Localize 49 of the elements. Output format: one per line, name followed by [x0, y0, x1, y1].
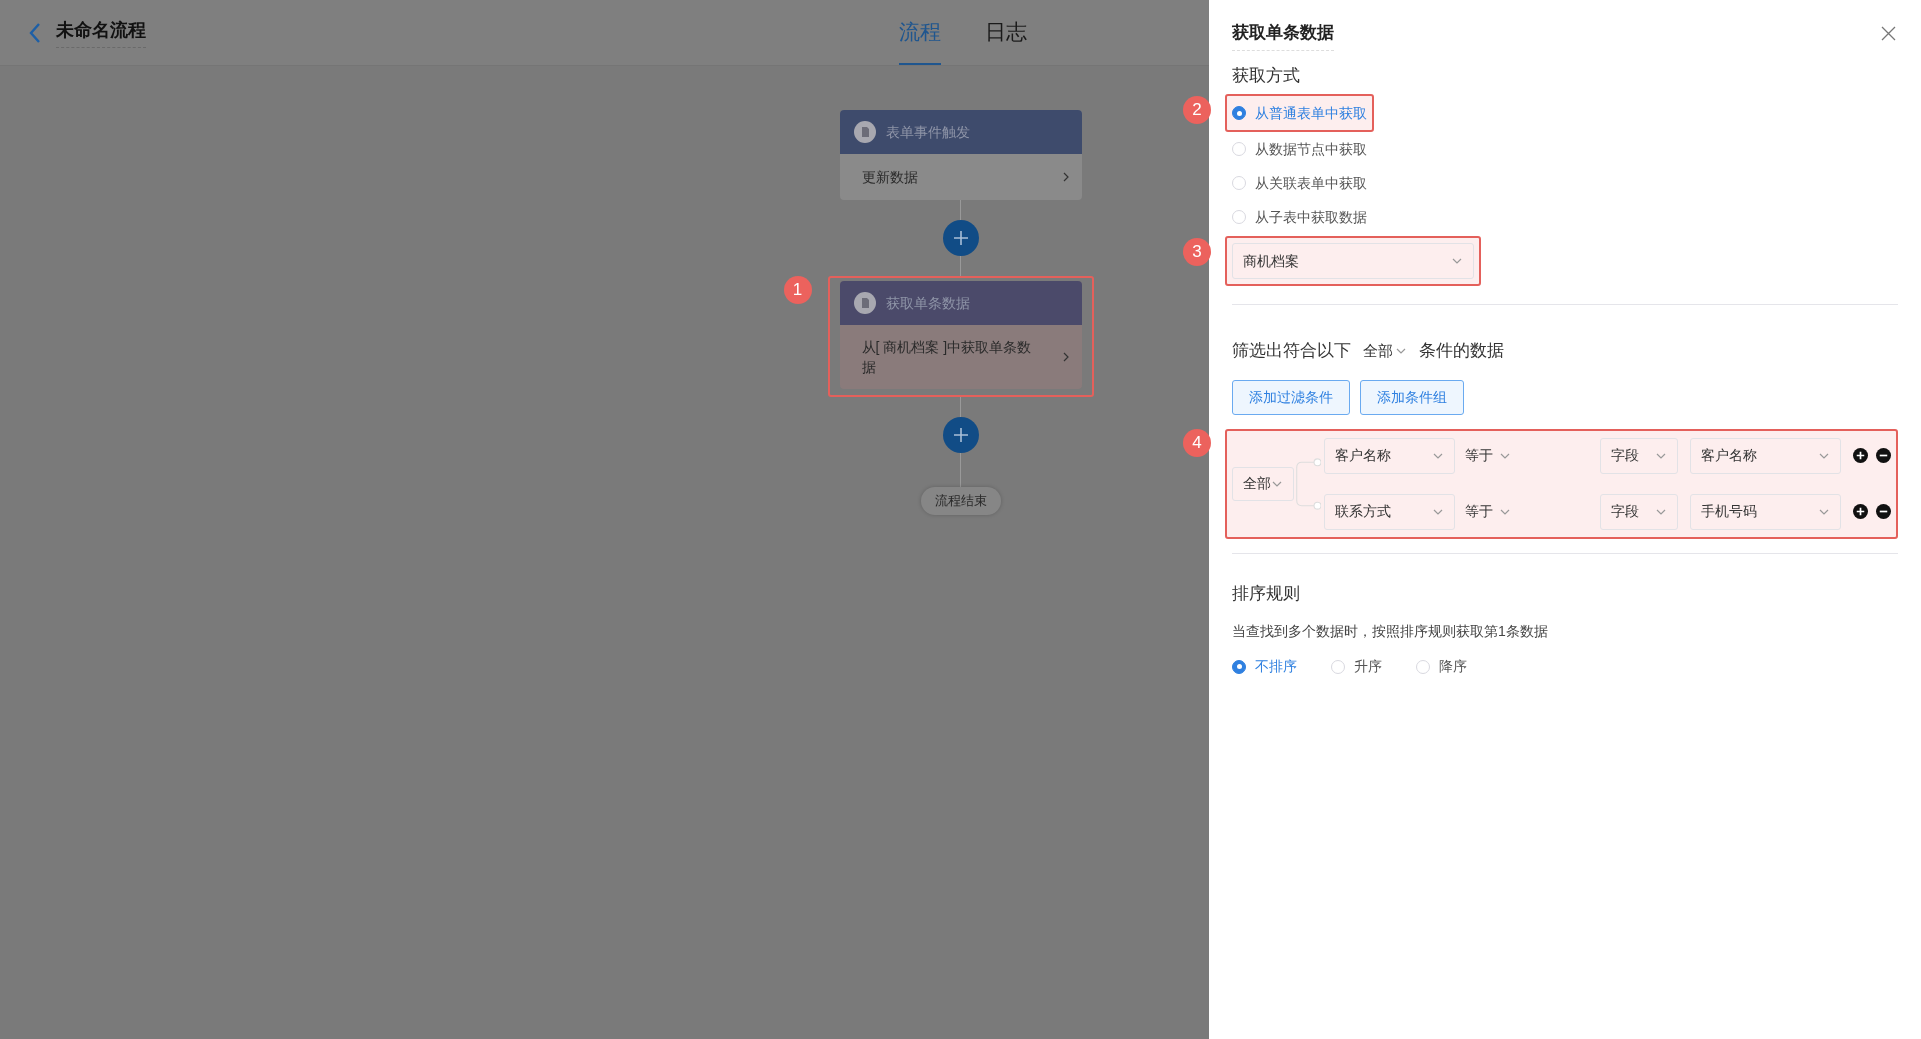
remove-circle-icon[interactable] [1876, 504, 1891, 519]
operator-dropdown[interactable]: 等于 [1465, 501, 1600, 522]
select-field[interactable]: 手机号码 [1690, 493, 1841, 530]
panel-title: 获取单条数据 [1232, 20, 1334, 51]
flow-node-card[interactable]: 表单事件触发 更新数据 [839, 110, 1082, 200]
sort-hint: 当查找到多个数据时，按照排序规则获取第1条数据 [1232, 622, 1549, 641]
add-condition-button[interactable]: 添加条件组 [1360, 379, 1464, 415]
document-icon [853, 292, 876, 314]
flow-node-card[interactable]: 获取单条数据 从[ 商机档案 ]中获取单条数据 [839, 281, 1082, 389]
flow-title: 未命名流程 [56, 17, 146, 48]
radio-button[interactable] [1232, 106, 1246, 120]
radio-label: 从子表中获取数据 [1255, 207, 1367, 227]
operator-dropdown[interactable]: 等于 [1465, 445, 1600, 466]
select-field[interactable]: 联系方式 [1324, 493, 1455, 530]
annotation-marker: 1 [783, 276, 812, 304]
document-icon [853, 121, 876, 143]
plus-icon [952, 230, 969, 246]
node-description: 更新数据 [861, 168, 919, 187]
tab[interactable]: 日志 [985, 0, 1027, 65]
section-label: 获取方式 [1232, 64, 1301, 87]
add-circle-icon[interactable] [1853, 448, 1868, 463]
match-mode-dropdown[interactable]: 全部 [1363, 339, 1407, 362]
add-step-button[interactable] [942, 417, 979, 453]
radio-button[interactable] [1232, 659, 1246, 674]
remove-circle-icon[interactable] [1876, 448, 1891, 463]
node-title: 表单事件触发 [885, 122, 970, 142]
radio-label: 从数据节点中获取 [1255, 139, 1367, 159]
select-field[interactable]: 字段 [1600, 437, 1678, 474]
node-description: 从[ 商机档案 ]中获取单条数据 [861, 338, 1033, 377]
radio-label: 从普通表单中获取 [1255, 103, 1367, 123]
radio-label: 从关联表单中获取 [1255, 173, 1367, 193]
select-field[interactable]: 商机档案 [1232, 243, 1474, 279]
select-field[interactable]: 客户名称 [1690, 437, 1841, 474]
section-label: 排序规则 [1232, 582, 1301, 605]
radio-label: 不排序 [1255, 657, 1297, 676]
close-icon[interactable] [1881, 26, 1896, 41]
filter-label: 条件的数据 [1419, 340, 1504, 362]
filter-label: 筛选出符合以下 [1232, 340, 1351, 362]
flow-end-label: 流程结束 [920, 487, 1001, 515]
group-mode-dropdown[interactable]: 全部 [1232, 466, 1294, 501]
add-condition-button[interactable]: 添加过滤条件 [1232, 379, 1350, 415]
add-circle-icon[interactable] [1853, 504, 1868, 519]
add-step-button[interactable] [942, 220, 979, 256]
radio-label: 降序 [1439, 657, 1467, 676]
radio-label: 升序 [1354, 657, 1382, 676]
select-field[interactable]: 客户名称 [1324, 437, 1455, 474]
plus-icon [952, 427, 969, 443]
node-title: 获取单条数据 [885, 293, 970, 313]
select-field[interactable]: 字段 [1600, 493, 1678, 530]
